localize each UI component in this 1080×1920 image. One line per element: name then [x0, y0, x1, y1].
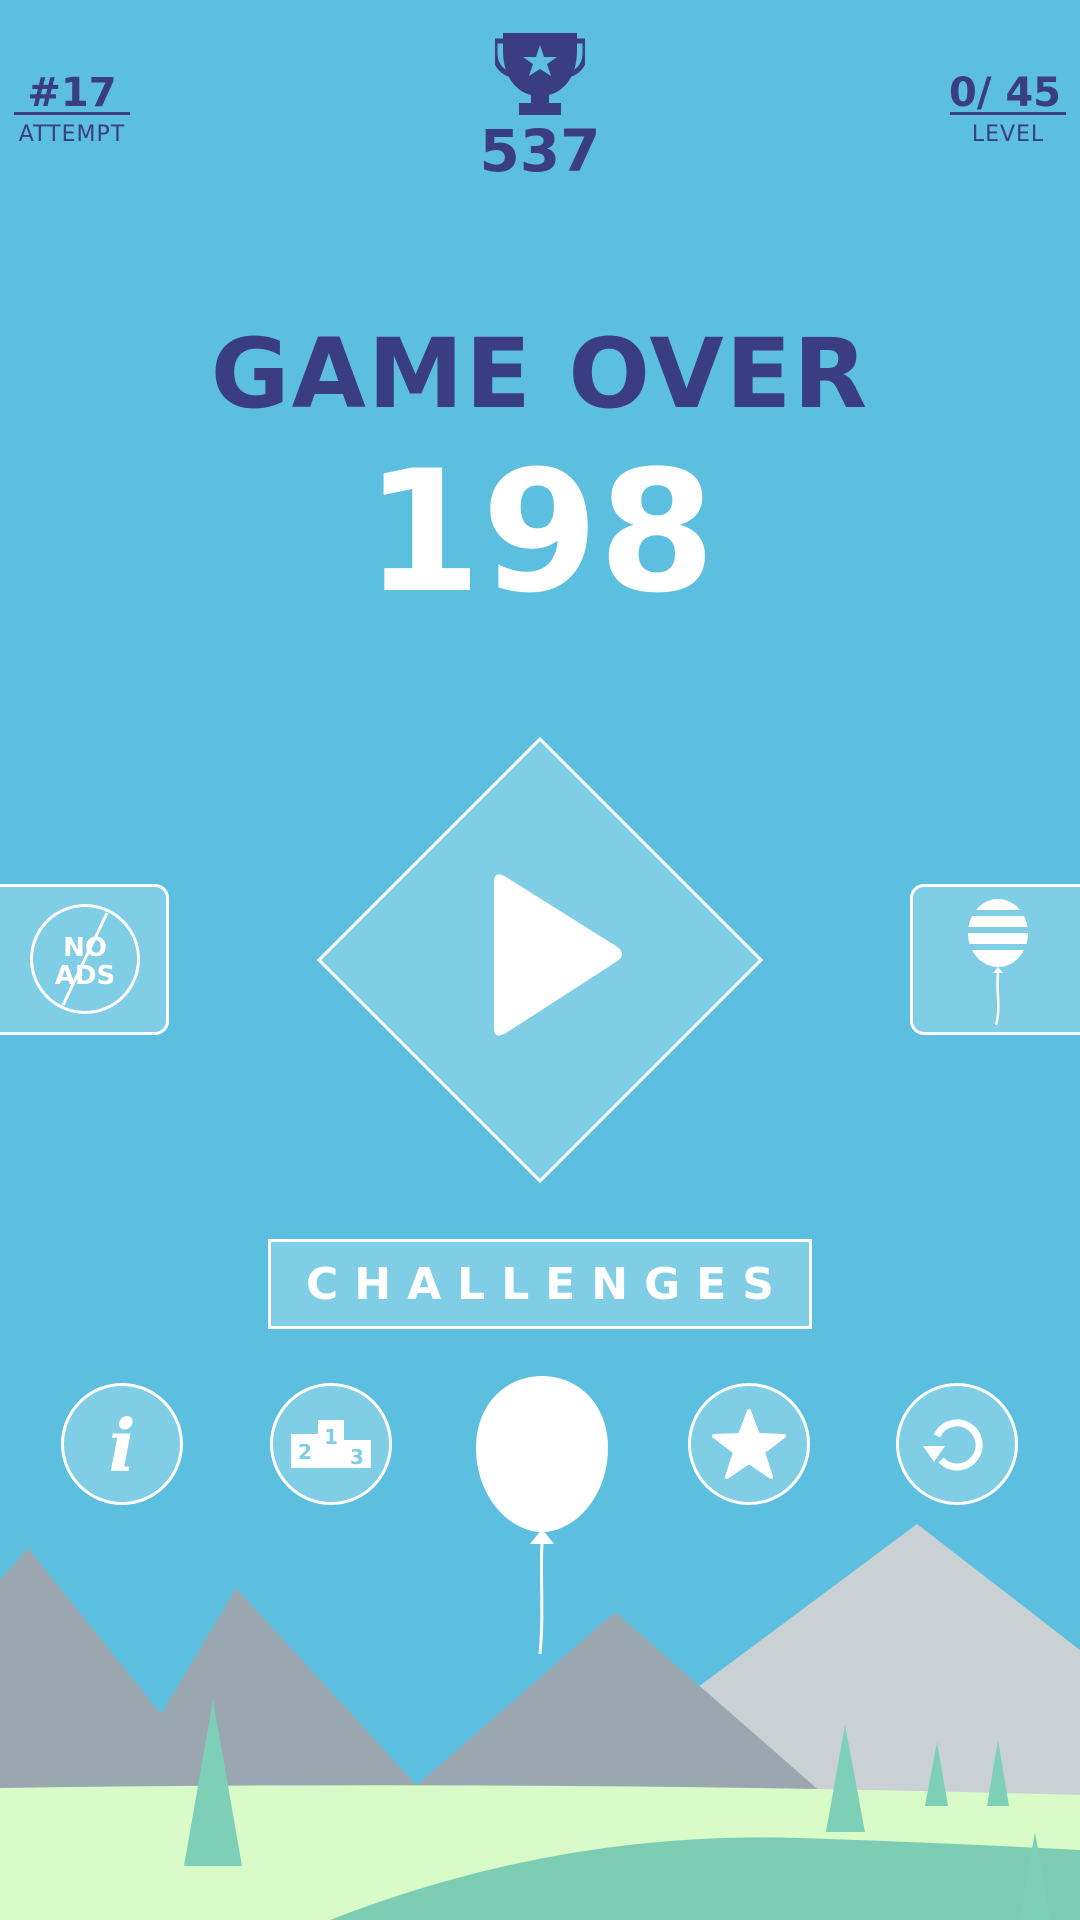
attempt-label: ATTEMPT: [18, 122, 126, 147]
no-ads-button[interactable]: NO ADS: [0, 884, 169, 1035]
final-score: 198: [364, 434, 716, 630]
challenges-button[interactable]: CHALLENGES: [268, 1239, 812, 1329]
podium-first: 1: [324, 1425, 338, 1449]
attempt-number: #17: [27, 70, 117, 116]
no-ads-line2: ADS: [54, 961, 116, 991]
play-button[interactable]: [316, 736, 764, 1184]
podium-second: 2: [298, 1440, 312, 1464]
trophy-icon: [495, 33, 585, 115]
striped-balloon-icon: [968, 899, 1028, 1026]
info-button[interactable]: i: [61, 1383, 183, 1505]
game-screen: #17 ATTEMPT 537 0/ 45 LEVEL GAME OVER 19…: [0, 0, 1080, 1920]
no-ads-badge: NO ADS: [30, 904, 140, 1014]
restart-icon: [923, 1419, 983, 1471]
game-over-title: GAME OVER: [210, 318, 870, 430]
star-icon: [712, 1409, 786, 1479]
level-label: LEVEL: [971, 122, 1045, 147]
info-icon: i: [108, 1403, 136, 1488]
player-balloon-icon: [476, 1376, 608, 1655]
podium-third: 3: [350, 1445, 364, 1469]
rate-button[interactable]: [688, 1383, 810, 1505]
leaderboard-button[interactable]: 1 2 3: [270, 1383, 392, 1505]
podium-icon: 1 2 3: [291, 1420, 371, 1469]
level-divider: [950, 112, 1066, 115]
best-score: 537: [479, 117, 601, 185]
no-ads-line1: NO: [63, 933, 107, 963]
restart-button[interactable]: [896, 1383, 1018, 1505]
balloon-shop-button[interactable]: [910, 884, 1080, 1035]
attempt-divider: [14, 112, 130, 115]
level-progress: 0/ 45: [948, 70, 1062, 116]
